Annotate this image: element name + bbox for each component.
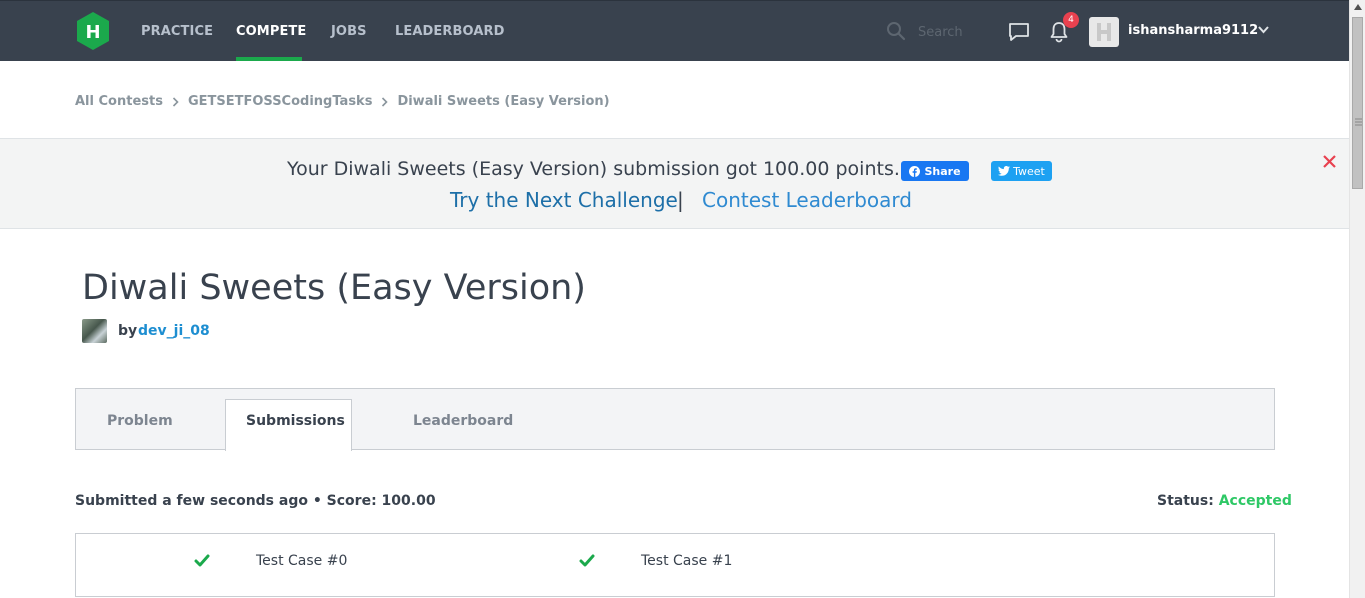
submission-summary: Submitted a few seconds ago • Score: 100… [75, 493, 436, 509]
svg-text:H: H [85, 22, 100, 43]
twitter-tweet-button[interactable]: Tweet [991, 161, 1052, 181]
tab-problem[interactable]: Problem [107, 413, 173, 429]
search-icon [887, 22, 906, 41]
link-separator: | [677, 188, 684, 212]
tab-leaderboard[interactable]: Leaderboard [413, 413, 513, 429]
user-avatar[interactable] [1089, 17, 1119, 47]
author-avatar[interactable] [82, 319, 107, 343]
submission-banner: Your Diwali Sweets (Easy Version) submis… [0, 139, 1349, 229]
page-scrollbar[interactable] [1349, 0, 1365, 598]
contest-leaderboard-link[interactable]: Contest Leaderboard [702, 188, 912, 212]
active-nav-indicator [236, 57, 302, 61]
status-label: Status: [1157, 493, 1214, 509]
challenge-title: Diwali Sweets (Easy Version) [82, 268, 586, 308]
default-avatar-icon [1097, 23, 1111, 41]
challenge-tabs: Problem Submissions Leaderboard [75, 388, 1275, 451]
notification-count-badge: 4 [1063, 12, 1079, 28]
chevron-right-icon [382, 96, 389, 107]
banner-message: Your Diwali Sweets (Easy Version) submis… [287, 158, 900, 180]
messages-icon[interactable] [1008, 22, 1030, 42]
test-case-1[interactable]: Test Case #1 [641, 553, 732, 569]
chevron-down-icon[interactable] [1257, 25, 1270, 35]
breadcrumb-challenge: Diwali Sweets (Easy Version) [397, 94, 610, 109]
scrollbar-thumb[interactable] [1352, 17, 1363, 189]
scroll-grip-icon [1355, 118, 1362, 126]
nav-jobs[interactable]: JOBS [331, 24, 367, 39]
nav-compete[interactable]: COMPETE [236, 24, 306, 39]
facebook-share-button[interactable]: Share [901, 161, 969, 181]
author-link[interactable]: dev_ji_08 [138, 323, 210, 339]
nav-leaderboard[interactable]: LEADERBOARD [395, 24, 504, 39]
search-input[interactable] [918, 21, 988, 43]
check-icon [194, 554, 210, 567]
facebook-icon [909, 165, 921, 177]
top-navbar: H PRACTICE COMPETE JOBS LEADERBOARD 4 is… [0, 0, 1349, 61]
scroll-up-arrow-icon[interactable] [1354, 4, 1362, 10]
test-case-0[interactable]: Test Case #0 [256, 553, 347, 569]
breadcrumb-all-contests[interactable]: All Contests [75, 94, 163, 109]
submission-status: Status: Accepted [1157, 493, 1292, 509]
share-label: Share [924, 164, 961, 178]
tab-submissions[interactable]: Submissions [246, 413, 345, 429]
check-icon [579, 554, 595, 567]
username-label[interactable]: ishansharma9112 [1128, 23, 1258, 38]
by-label: by [118, 323, 138, 339]
close-icon[interactable] [1322, 154, 1337, 169]
hackerrank-logo-icon[interactable]: H [75, 11, 111, 51]
next-challenge-link[interactable]: Try the Next Challenge [450, 188, 678, 212]
tweet-label: Tweet [1013, 164, 1045, 178]
test-cases-panel: Test Case #0 Test Case #1 [75, 533, 1275, 597]
status-value: Accepted [1218, 493, 1292, 509]
chevron-right-icon [172, 96, 179, 107]
breadcrumb-contest[interactable]: GETSETFOSSCodingTasks [188, 94, 372, 109]
breadcrumb: All Contests GETSETFOSSCodingTasks Diwal… [75, 94, 610, 109]
search-box[interactable] [884, 19, 988, 45]
nav-practice[interactable]: PRACTICE [141, 24, 213, 39]
twitter-bird-icon [998, 166, 1011, 176]
